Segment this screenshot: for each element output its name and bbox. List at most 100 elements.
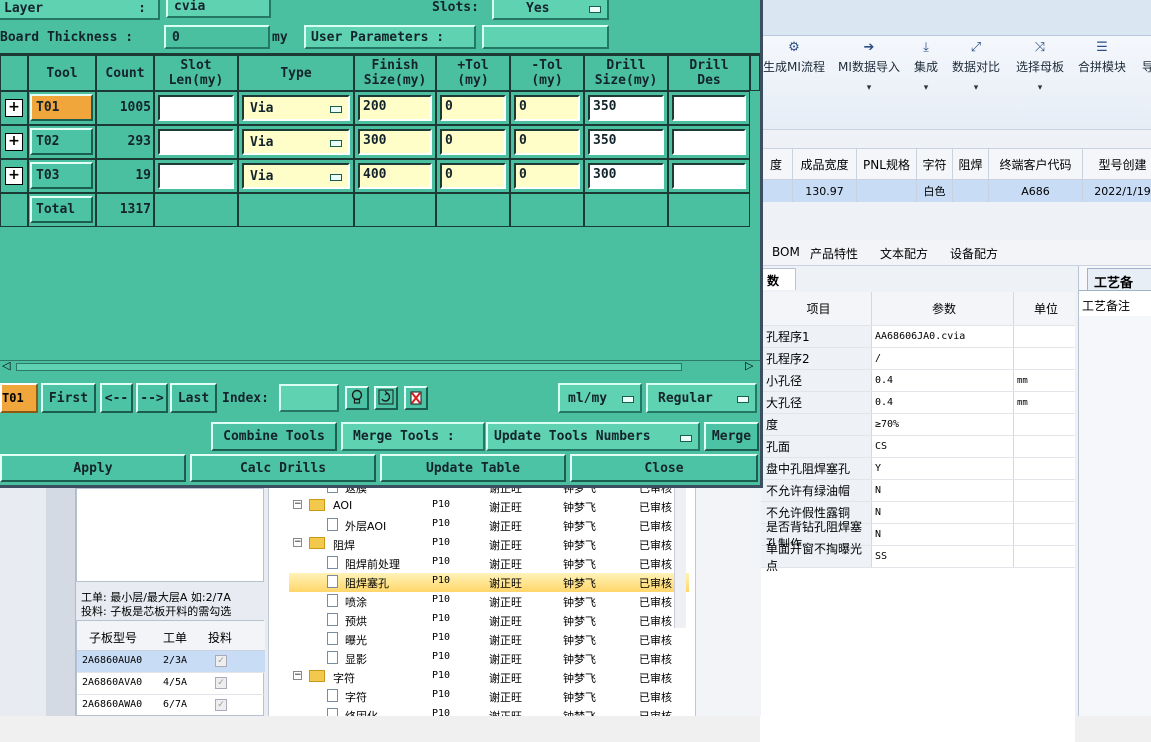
expand-row-icon[interactable]: + [5, 167, 23, 185]
tree-item[interactable]: 显影 P10 谢正旺 钟梦飞 已审核 [289, 649, 689, 668]
minus-tol-field[interactable]: 0 [514, 163, 580, 189]
collapse-icon[interactable]: − [293, 671, 302, 680]
plus-tol-field[interactable]: 0 [440, 95, 506, 121]
next-button[interactable]: --> [136, 383, 168, 413]
grid-column-header[interactable]: 终端客户代码 [989, 149, 1083, 179]
ribbon-button-integrate[interactable]: ⤓ 集成 ▾ [908, 40, 944, 110]
expand-row-icon[interactable]: + [5, 133, 23, 151]
last-button[interactable]: Last [170, 383, 217, 413]
plus-tol-field[interactable]: 0 [440, 129, 506, 155]
unit-select[interactable]: ml/my [558, 383, 642, 413]
tree-item[interactable]: 曝光 P10 谢正旺 钟梦飞 已审核 [289, 630, 689, 649]
parameter-row[interactable]: 孔面 CS [760, 436, 1075, 458]
delete-icon[interactable] [404, 386, 428, 410]
tree-item[interactable]: 终固化 P10 谢正旺 钟梦飞 已审核 [289, 706, 689, 716]
grid-column-header[interactable]: 字符 [917, 149, 953, 179]
update-table-button[interactable]: Update Table [380, 454, 566, 482]
parameter-row[interactable]: 度 ≥70% [760, 414, 1075, 436]
refresh-icon[interactable] [374, 386, 398, 410]
slot-length-field[interactable] [158, 163, 234, 189]
parameter-row[interactable]: 小孔径 0.4 mm [760, 370, 1075, 392]
table-row[interactable]: 2A6860AVA0 4/5A ✓ [77, 673, 265, 695]
tree-item[interactable]: 预烘 P10 谢正旺 钟梦飞 已审核 [289, 611, 689, 630]
drill-des-field[interactable] [672, 163, 746, 189]
ribbon-button-compare[interactable]: ⤢ 数据对比 ▾ [950, 40, 1002, 110]
grid-column-header[interactable]: 成品宽度 [793, 149, 857, 179]
parameter-row[interactable]: 大孔径 0.4 mm [760, 392, 1075, 414]
parameter-row[interactable]: 盘中孔阻焊塞孔 Y [760, 458, 1075, 480]
lightbulb-icon[interactable] [345, 386, 369, 410]
tree-item[interactable]: − 阻焊 P10 谢正旺 钟梦飞 已审核 [289, 535, 689, 554]
minus-tol-field[interactable]: 0 [514, 95, 580, 121]
parameter-row[interactable]: 不允许有绿油帽 N [760, 480, 1075, 502]
table-row[interactable]: 2A6860AUA0 2/3A ✓ [77, 651, 265, 673]
ribbon-button-merge-module[interactable]: ☰ 合拼模块 [1076, 40, 1128, 110]
first-button[interactable]: First [41, 383, 96, 413]
grid-column-header[interactable]: 度 [760, 149, 793, 179]
checkbox[interactable]: ✓ [215, 677, 227, 689]
mode-select[interactable]: Regular [646, 383, 757, 413]
drill-size-field[interactable]: 350 [588, 129, 664, 155]
scrollbar-thumb[interactable] [16, 363, 682, 371]
parameter-row[interactable]: 孔程序1 AA68606JA0.cvia [760, 326, 1075, 348]
drill-des-field[interactable] [672, 129, 746, 155]
parameter-row[interactable]: 单面开窗不掏曝光点 SS [760, 542, 1075, 573]
tree-item[interactable]: 外层AOI P10 谢正旺 钟梦飞 已审核 [289, 516, 689, 535]
ribbon-button-export[interactable]: 导 [1138, 40, 1151, 110]
tree-item[interactable]: − AOI P10 谢正旺 钟梦飞 已审核 [289, 497, 689, 516]
type-select[interactable]: Via [242, 129, 350, 155]
list-box[interactable] [76, 488, 264, 582]
tree-scrollbar[interactable] [674, 488, 686, 628]
table-row[interactable]: 2A6860AWA0 6/7A ✓ [77, 695, 265, 717]
plus-tol-field[interactable]: 0 [440, 163, 506, 189]
drill-des-field[interactable] [672, 95, 746, 121]
user-parameters-field[interactable] [482, 25, 609, 49]
finish-size-field[interactable]: 200 [358, 95, 432, 121]
ribbon-button-mi-import[interactable]: ➔ MI数据导入 ▾ [836, 40, 902, 110]
slot-length-field[interactable] [158, 95, 234, 121]
expand-row-icon[interactable]: + [5, 99, 23, 117]
type-select[interactable]: Via [242, 95, 350, 121]
ribbon-button-select-panel[interactable]: ⤨ 选择母板 ▾ [1014, 40, 1066, 110]
checkbox[interactable]: ✓ [215, 655, 227, 667]
collapse-icon[interactable]: − [293, 500, 302, 509]
user-parameters-button[interactable]: User Parameters : [304, 25, 476, 49]
tool-cell[interactable]: T02 [30, 128, 93, 155]
grid-row-selected[interactable]: 130.97 白色 A686 2022/1/19 [760, 180, 1151, 202]
horizontal-scrollbar[interactable]: ◁ ▷ [0, 359, 760, 374]
slots-select[interactable]: Yes [492, 0, 609, 20]
board-thickness-field[interactable]: 0 [164, 25, 270, 49]
index-field[interactable] [279, 384, 339, 412]
merge-button[interactable]: Merge [704, 422, 759, 451]
tab-bom[interactable]: BOM [772, 245, 800, 259]
tree-item[interactable]: 阻焊前处理 P10 谢正旺 钟梦飞 已审核 [289, 554, 689, 573]
arrow-left-icon[interactable]: ◁ [2, 359, 10, 372]
collapse-icon[interactable]: − [293, 538, 302, 547]
layer-field[interactable]: cvia [166, 0, 271, 18]
close-button[interactable]: Close [570, 454, 758, 482]
grid-column-header[interactable]: 阻焊 [953, 149, 989, 179]
drill-size-field[interactable]: 350 [588, 95, 664, 121]
combine-tools-button[interactable]: Combine Tools [211, 422, 337, 451]
parameter-row[interactable]: 孔程序2 / [760, 348, 1075, 370]
merge-tools-select[interactable]: Update Tools Numbers [486, 422, 700, 451]
grid-column-header[interactable]: PNL规格 [857, 149, 917, 179]
ribbon-button-generate-flow[interactable]: ⚙ 生成MI流程 [760, 40, 828, 110]
tab-process-note[interactable]: 工艺备 [1087, 268, 1151, 291]
grid-column-header[interactable]: 型号创建 [1083, 149, 1151, 179]
tree-item[interactable]: 阻焊塞孔 P10 谢正旺 钟梦飞 已审核 [289, 573, 689, 592]
apply-button[interactable]: Apply [0, 454, 186, 482]
tab-text-recipe[interactable]: 文本配方 [880, 245, 928, 262]
tree-item[interactable]: 字符 P10 谢正旺 钟梦飞 已审核 [289, 687, 689, 706]
tree-item[interactable]: − 字符 P10 谢正旺 钟梦飞 已审核 [289, 668, 689, 687]
checkbox[interactable]: ✓ [215, 699, 227, 711]
minus-tol-field[interactable]: 0 [514, 129, 580, 155]
tool-cell[interactable]: T01 [30, 94, 93, 121]
type-select[interactable]: Via [242, 163, 350, 189]
tool-cell[interactable]: T03 [30, 162, 93, 189]
slot-length-field[interactable] [158, 129, 234, 155]
previous-button[interactable]: <-- [100, 383, 133, 413]
calc-drills-button[interactable]: Calc Drills [190, 454, 376, 482]
finish-size-field[interactable]: 300 [358, 129, 432, 155]
tree-item[interactable]: 喷涂 P10 谢正旺 钟梦飞 已审核 [289, 592, 689, 611]
